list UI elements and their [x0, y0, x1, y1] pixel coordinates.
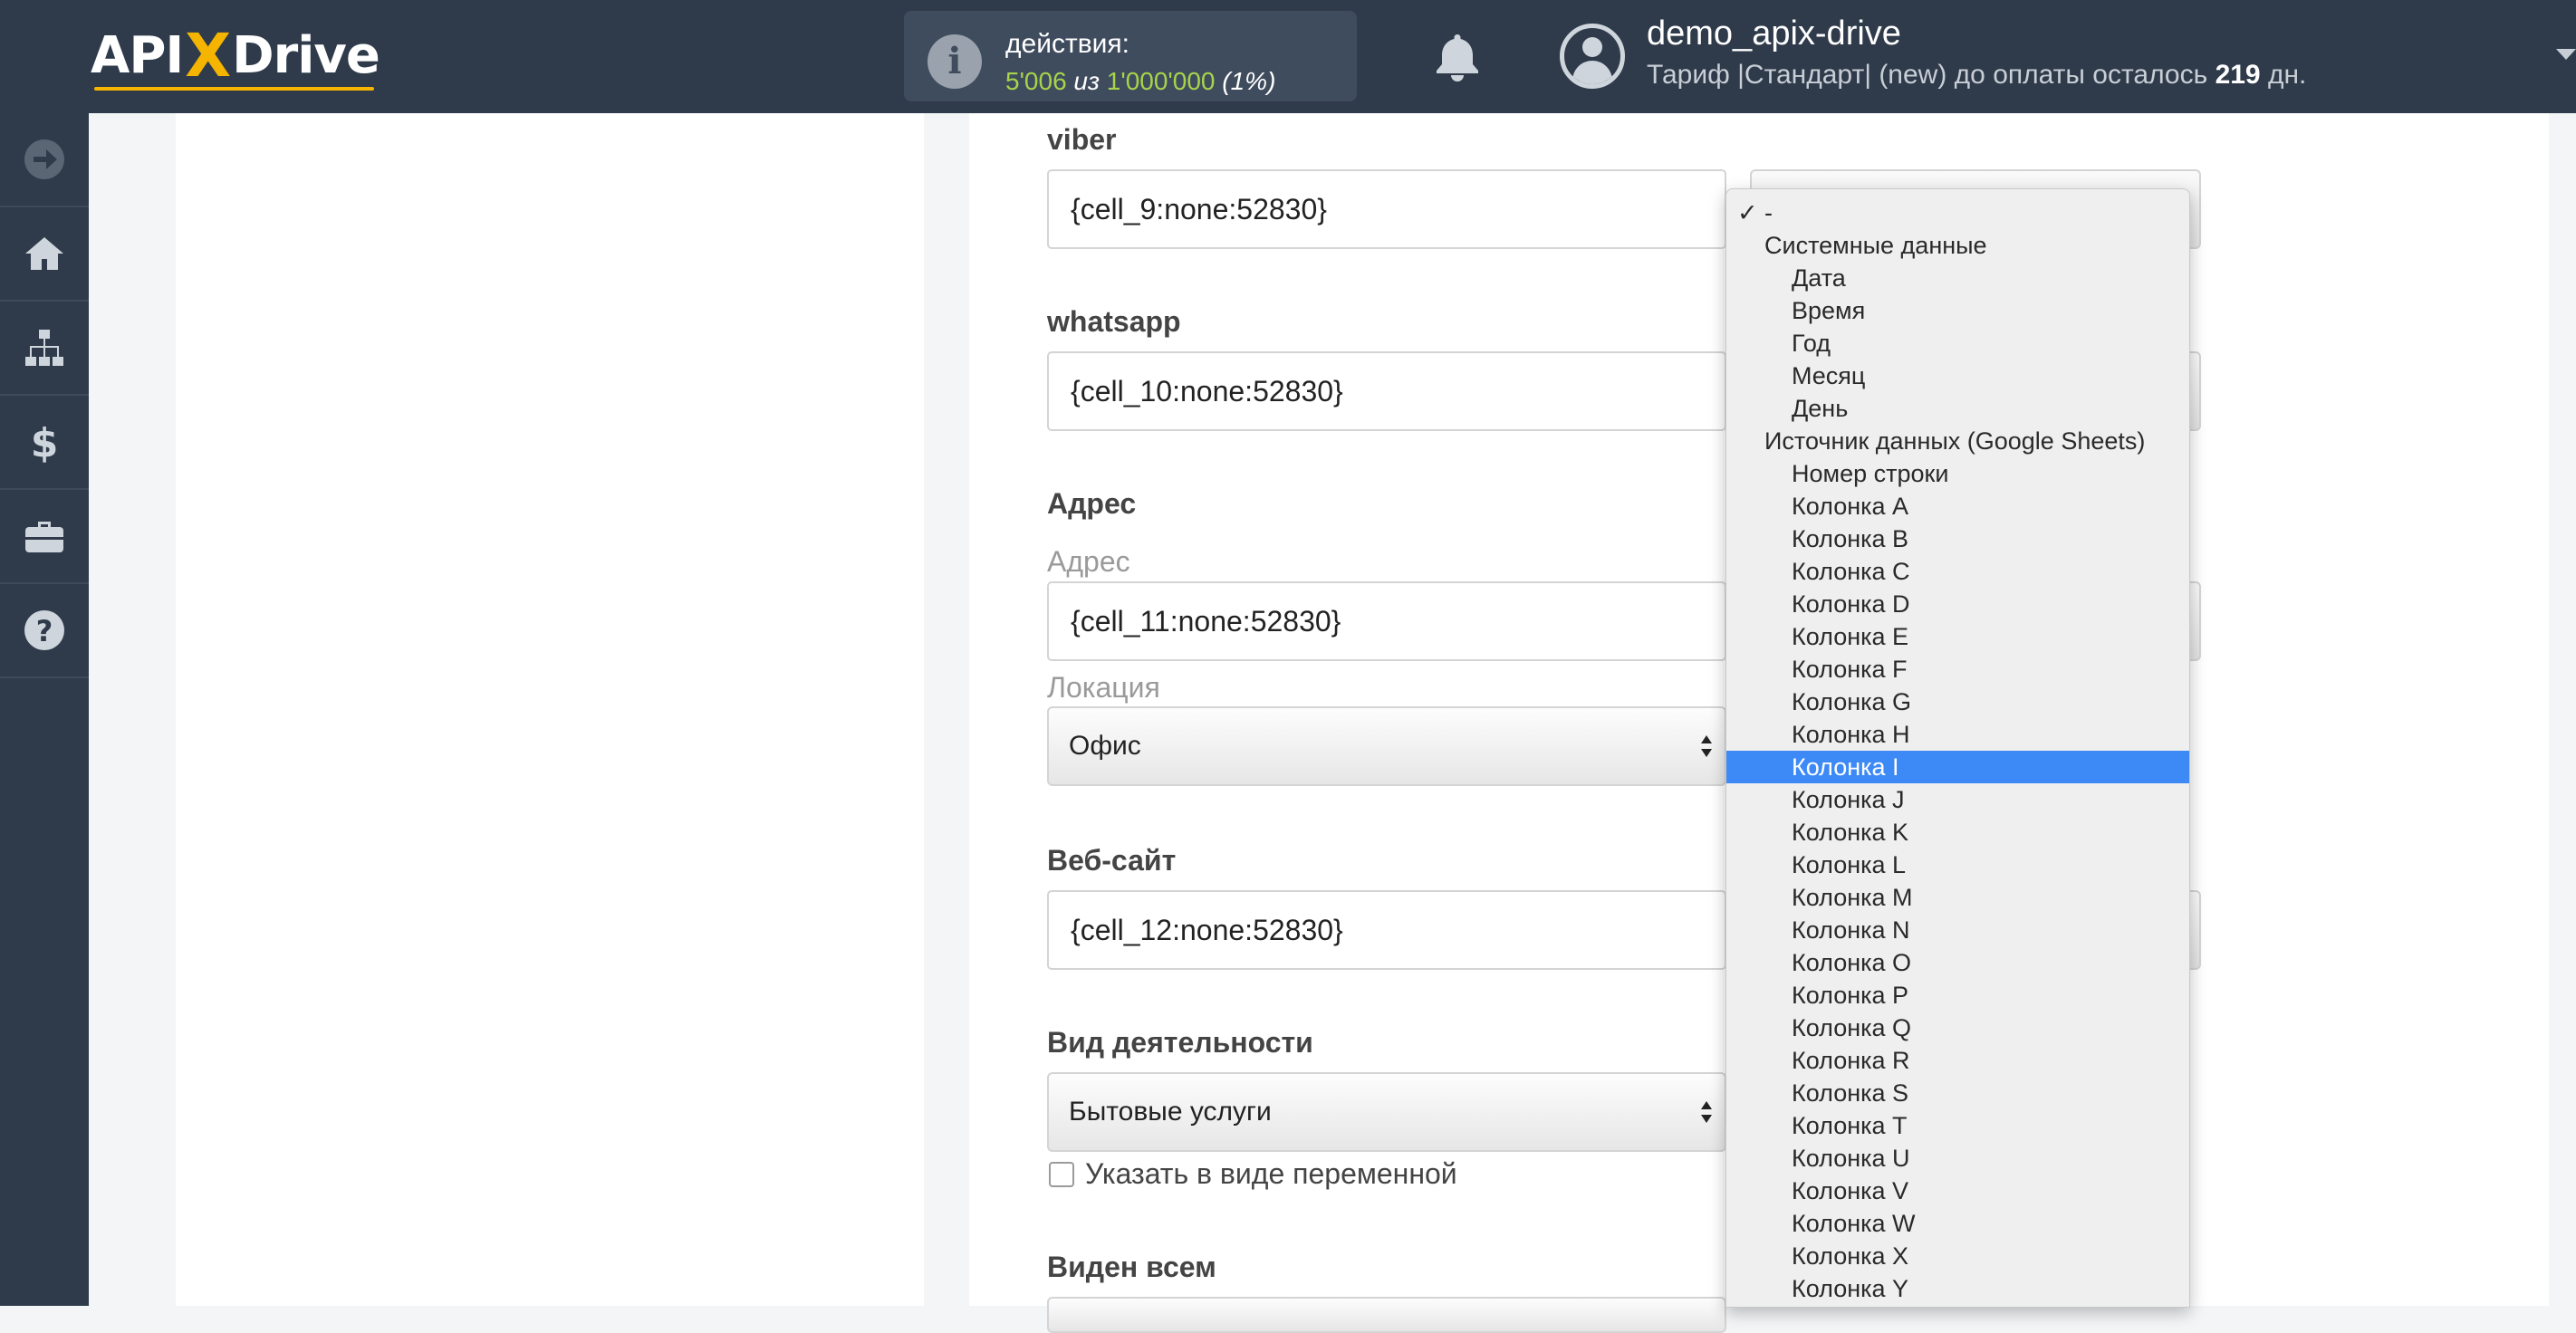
plan-days: 219 — [2215, 60, 2261, 90]
viber-field[interactable]: {cell_9:none:52830} — [1047, 169, 1726, 249]
dropdown-option[interactable]: Колонка R — [1726, 1044, 2189, 1077]
dropdown-option[interactable]: Колонка N — [1726, 914, 2189, 946]
location-select-value: Офис — [1069, 731, 1141, 761]
as-variable-checkbox[interactable] — [1049, 1161, 1074, 1187]
actions-label: действия: — [1005, 29, 1129, 59]
dropdown-option[interactable]: Колонка I — [1726, 751, 2189, 783]
plan-days-suffix: дн. — [2267, 60, 2307, 90]
dropdown-option[interactable]: Колонка P — [1726, 979, 2189, 1012]
website-label: Веб-сайт — [1047, 844, 1177, 877]
dropdown-option[interactable]: Колонка Y — [1726, 1272, 2189, 1305]
home-icon — [25, 237, 63, 270]
username[interactable]: demo_apix-drive — [1647, 14, 1901, 53]
whatsapp-field[interactable]: {cell_10:none:52830} — [1047, 351, 1726, 431]
sidebar-item-help[interactable]: ? — [0, 584, 89, 678]
address-field[interactable]: {cell_11:none:52830} — [1047, 581, 1726, 661]
logo-part-drive: Drive — [232, 25, 380, 85]
dropdown-option[interactable]: Колонка Q — [1726, 1012, 2189, 1044]
logo-underline — [94, 87, 374, 91]
dropdown-option[interactable]: Дата — [1726, 262, 2189, 294]
website-field[interactable]: {cell_12:none:52830} — [1047, 890, 1726, 970]
sidebar-item-billing[interactable]: $ — [0, 396, 89, 490]
help-circle-icon: ? — [24, 610, 64, 650]
dropdown-option[interactable]: Колонка X — [1726, 1240, 2189, 1272]
sidebar: $ ? — [0, 113, 89, 1306]
select-arrows-icon — [1701, 735, 1712, 759]
sidebar-item-connections[interactable] — [0, 302, 89, 396]
select-arrows-icon — [1701, 1101, 1712, 1125]
plan-text: Тариф |Стандарт| (new) до оплаты осталос… — [1647, 60, 2208, 90]
dropdown-option[interactable]: Колонка H — [1726, 718, 2189, 751]
source-dropdown-list[interactable]: ✓ - Системные данные Дата Время Год Месяц Ден… — [1725, 188, 2190, 1308]
dropdown-option[interactable]: Колонка U — [1726, 1142, 2189, 1175]
notification-bell-icon[interactable] — [1431, 31, 1484, 82]
left-panel — [176, 113, 924, 1306]
plan-info: Тариф |Стандарт| (new) до оплаты осталос… — [1647, 60, 2306, 91]
dropdown-option[interactable]: Колонка E — [1726, 620, 2189, 653]
apixdrive-logo[interactable]: API X Drive — [91, 21, 380, 91]
dropdown-group-label: Источник данных (Google Sheets) — [1764, 427, 2146, 455]
visible-label: Виден всем — [1047, 1251, 1216, 1283]
actions-total: 1'000'000 — [1106, 67, 1216, 95]
dropdown-option[interactable]: Колонка J — [1726, 783, 2189, 816]
sitemap-icon — [25, 330, 63, 366]
dropdown-option[interactable]: Колонка W — [1726, 1207, 2189, 1240]
dropdown-option[interactable]: День — [1726, 392, 2189, 425]
info-icon: i — [928, 34, 982, 89]
dollar-icon: $ — [31, 420, 59, 464]
dropdown-option[interactable]: Колонка G — [1726, 686, 2189, 718]
actions-of: из — [1073, 67, 1101, 95]
dropdown-option[interactable]: Колонка V — [1726, 1175, 2189, 1207]
dropdown-option-none[interactable]: ✓ - — [1726, 197, 2189, 229]
dropdown-option[interactable]: Колонка F — [1726, 653, 2189, 686]
viber-label: viber — [1047, 123, 1117, 156]
sidebar-item-collapse[interactable] — [0, 113, 89, 207]
dropdown-option[interactable]: Колонка S — [1726, 1077, 2189, 1109]
actions-percent: (1%) — [1222, 67, 1276, 95]
dropdown-option[interactable]: Колонка M — [1726, 881, 2189, 914]
actions-count: 5'006 из 1'000'000 (1%) — [1005, 67, 1275, 96]
sidebar-item-services[interactable] — [0, 490, 89, 584]
svg-text:$: $ — [31, 420, 59, 464]
dropdown-option[interactable]: Колонка D — [1726, 588, 2189, 620]
dropdown-group-label: Системные данные — [1764, 232, 1987, 259]
visible-select[interactable] — [1047, 1297, 1726, 1333]
logo-part-x: X — [185, 20, 231, 91]
user-menu-chevron-down-icon[interactable] — [2556, 49, 2576, 60]
dropdown-option[interactable]: Колонка K — [1726, 816, 2189, 849]
dropdown-option[interactable]: Колонка A — [1726, 490, 2189, 523]
dropdown-option[interactable]: Колонка T — [1726, 1109, 2189, 1142]
briefcase-icon — [25, 522, 63, 552]
dropdown-option[interactable]: Колонка L — [1726, 849, 2189, 881]
address-label: Адрес — [1047, 545, 1130, 578]
activity-select[interactable]: Бытовые услуги — [1047, 1072, 1726, 1152]
location-select[interactable]: Офис — [1047, 706, 1726, 786]
top-bar: API X Drive i действия: 5'006 из 1'000'000… — [0, 0, 2576, 113]
actions-counter: i действия: 5'006 из 1'000'000 (1%) — [904, 11, 1357, 101]
dropdown-option[interactable]: Колонка C — [1726, 555, 2189, 588]
user-avatar-icon[interactable] — [1560, 24, 1625, 89]
sidebar-item-home[interactable] — [0, 207, 89, 302]
dropdown-option[interactable]: Год — [1726, 327, 2189, 360]
as-variable-label: Указать в виде переменной — [1085, 1157, 1457, 1190]
svg-text:?: ? — [36, 614, 53, 648]
whatsapp-label: whatsapp — [1047, 305, 1181, 338]
dropdown-option[interactable]: Колонка O — [1726, 946, 2189, 979]
activity-select-value: Бытовые услуги — [1069, 1097, 1272, 1127]
dropdown-option[interactable]: Время — [1726, 294, 2189, 327]
dropdown-option[interactable]: Месяц — [1726, 360, 2189, 392]
actions-used: 5'006 — [1005, 67, 1067, 95]
dropdown-option[interactable]: Колонка B — [1726, 523, 2189, 555]
activity-label: Вид деятельности — [1047, 1026, 1313, 1059]
checkmark-icon: ✓ — [1737, 199, 1758, 226]
address-section-title: Адрес — [1047, 487, 1137, 520]
arrow-right-circle-icon — [24, 139, 64, 179]
as-variable-checkbox-row[interactable]: Указать в виде переменной — [1049, 1157, 1457, 1191]
dropdown-option-label: - — [1764, 199, 1773, 226]
location-label: Локация — [1047, 671, 1160, 704]
logo-part-api: API — [91, 25, 184, 85]
dropdown-option[interactable]: Номер строки — [1726, 457, 2189, 490]
